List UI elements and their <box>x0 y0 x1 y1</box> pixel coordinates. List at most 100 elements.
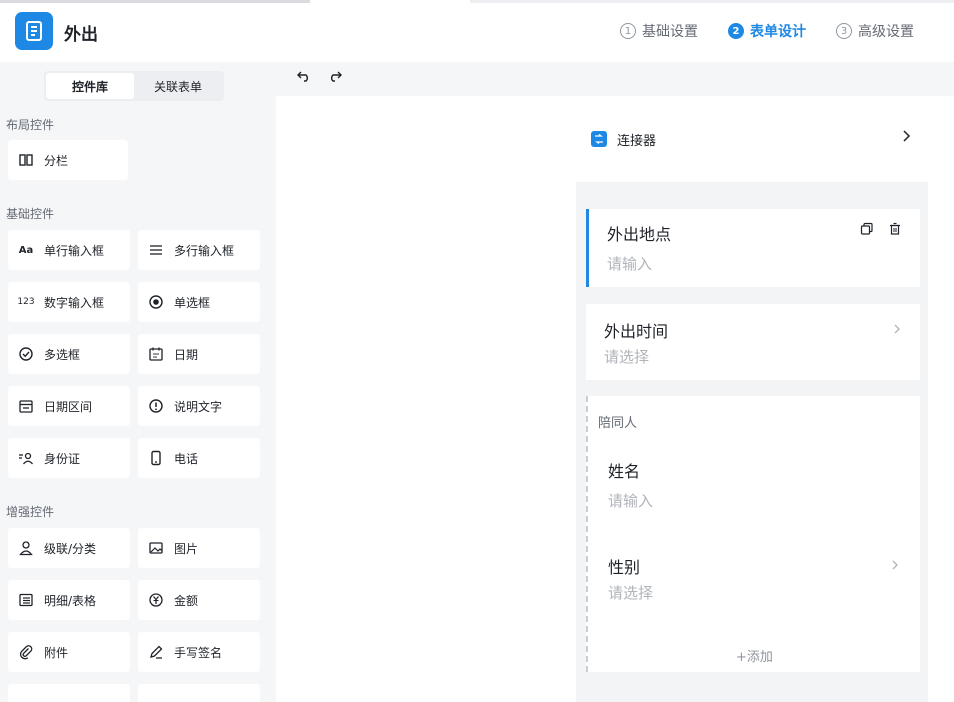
control-label: 图片 <box>174 541 199 556</box>
field-placeholder: 请输入 <box>607 255 653 273</box>
undo-button[interactable] <box>294 66 314 86</box>
control-checkbox[interactable]: 多选框 <box>8 334 130 374</box>
group-field-gender[interactable]: 性别 请选择 <box>588 542 918 622</box>
field-label: 性别 <box>608 558 641 577</box>
page-title: 外出 <box>64 25 98 45</box>
info-icon <box>148 398 164 414</box>
field-placeholder: 请选择 <box>608 584 654 602</box>
control-label: 单行输入框 <box>44 243 105 258</box>
control-label: 数字输入框 <box>44 295 105 310</box>
control-amount[interactable]: 金额 <box>138 580 260 620</box>
control-label: 日期 <box>174 347 199 362</box>
redo-icon <box>331 71 342 82</box>
control-label: 级联/分类 <box>44 541 97 556</box>
control-id-card[interactable]: 身份证 <box>8 438 130 478</box>
step-advanced-settings[interactable]: 3 高级设置 <box>836 21 914 41</box>
image-icon <box>148 540 164 556</box>
control-date[interactable]: 日期 <box>138 334 260 374</box>
step-label: 基础设置 <box>642 24 698 40</box>
control-label: 多选框 <box>44 347 81 362</box>
control-label: 附件 <box>44 645 69 660</box>
control-label: 单选框 <box>174 295 211 310</box>
control-signature[interactable]: 手写签名 <box>138 632 260 672</box>
control-label: 多行输入框 <box>174 243 235 258</box>
control-number-input[interactable]: 123 数字输入框 <box>8 282 130 322</box>
yuan-icon <box>148 592 164 608</box>
control-cascade-category[interactable]: 级联/分类 <box>8 528 130 568</box>
undo-icon <box>297 71 308 82</box>
step-number: 3 <box>836 23 852 39</box>
step-basic-settings[interactable]: 1 基础设置 <box>620 21 698 41</box>
connector-icon <box>591 131 607 147</box>
radio-icon <box>148 294 164 310</box>
form-field-location[interactable]: 外出地点 请输入 <box>586 209 920 287</box>
step-label: 高级设置 <box>858 24 914 40</box>
section-title-enhanced: 增强控件 <box>6 505 55 519</box>
form-preview: 外出地点 请输入 外出时间 请选择 陪同人 姓名 请输入 性别 请选择 +添加 <box>576 182 928 702</box>
control-label: 手写签名 <box>174 645 223 660</box>
connector-row[interactable]: 连接器 <box>591 126 921 152</box>
columns-icon <box>18 152 34 168</box>
field-label: 外出地点 <box>607 225 672 244</box>
control-label: 说明文字 <box>174 399 223 414</box>
step-nav: 1 基础设置 2 表单设计 3 高级设置 <box>620 21 914 41</box>
multiline-icon <box>148 242 164 258</box>
copy-icon[interactable] <box>860 221 874 240</box>
chevron-right-icon <box>892 320 902 339</box>
field-placeholder: 请输入 <box>608 492 654 510</box>
step-form-design[interactable]: 2 表单设计 <box>728 21 806 41</box>
control-columns[interactable]: 分栏 <box>8 140 128 180</box>
phone-icon <box>148 450 164 466</box>
control-label: 日期区间 <box>44 399 93 414</box>
step-number: 1 <box>620 23 636 39</box>
panel-tabs: 控件库 关联表单 <box>44 71 224 101</box>
field-label: 姓名 <box>608 462 641 481</box>
field-label: 外出时间 <box>604 322 669 341</box>
control-partial[interactable] <box>8 684 130 702</box>
trash-icon[interactable] <box>888 221 902 240</box>
control-partial[interactable] <box>138 684 260 702</box>
control-attachment[interactable]: 附件 <box>8 632 130 672</box>
control-library-panel: 控件库 关联表单 布局控件 分栏 基础控件 Aa 单行输入框 多行输入框 123… <box>0 62 272 702</box>
control-radio[interactable]: 单选框 <box>138 282 260 322</box>
control-single-line-input[interactable]: Aa 单行输入框 <box>8 230 130 270</box>
control-date-range[interactable]: 日期区间 <box>8 386 130 426</box>
tab-linked-forms[interactable]: 关联表单 <box>134 73 222 99</box>
top-divider <box>0 0 310 3</box>
connector-label: 连接器 <box>617 133 657 149</box>
control-description-text[interactable]: 说明文字 <box>138 386 260 426</box>
calendar-icon <box>148 346 164 362</box>
section-title-layout: 布局控件 <box>6 118 55 132</box>
table-icon <box>18 592 34 608</box>
control-label: 电话 <box>174 451 199 466</box>
checkbox-icon <box>18 346 34 362</box>
control-multi-line-input[interactable]: 多行输入框 <box>138 230 260 270</box>
chevron-right-icon <box>899 129 913 147</box>
step-label: 表单设计 <box>750 24 806 40</box>
id-card-icon <box>18 450 34 466</box>
chevron-right-icon <box>890 556 900 575</box>
control-image[interactable]: 图片 <box>138 528 260 568</box>
date-range-icon <box>18 398 34 414</box>
number-icon: 123 <box>17 297 35 307</box>
section-title-basic: 基础控件 <box>6 207 55 221</box>
top-divider-right <box>470 0 954 3</box>
group-field-name[interactable]: 姓名 请输入 <box>588 448 918 528</box>
redo-button[interactable] <box>325 66 345 86</box>
group-title: 陪同人 <box>598 416 638 431</box>
companion-group[interactable]: 陪同人 姓名 请输入 性别 请选择 +添加 <box>586 396 920 672</box>
control-label: 明细/表格 <box>44 593 97 608</box>
control-phone[interactable]: 电话 <box>138 438 260 478</box>
paperclip-icon <box>18 644 34 660</box>
form-canvas: 连接器 外出地点 请输入 外出时间 请选择 陪同人 姓名 请输入 性别 请选择 … <box>276 96 954 702</box>
step-number: 2 <box>728 23 744 39</box>
field-placeholder: 请选择 <box>604 348 650 366</box>
field-tools <box>860 221 902 240</box>
control-detail-table[interactable]: 明细/表格 <box>8 580 130 620</box>
pen-icon <box>148 644 164 660</box>
header: 外出 1 基础设置 2 表单设计 3 高级设置 <box>0 0 954 62</box>
add-companion-button[interactable]: +添加 <box>736 646 773 665</box>
control-label: 分栏 <box>44 153 69 168</box>
tab-control-library[interactable]: 控件库 <box>46 73 134 99</box>
form-field-time[interactable]: 外出时间 请选择 <box>586 304 920 380</box>
